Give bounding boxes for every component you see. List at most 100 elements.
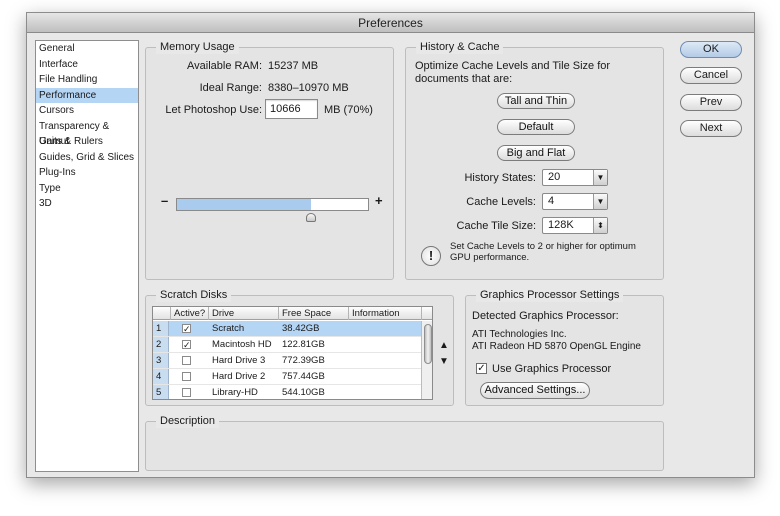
drive-name: Scratch — [212, 323, 245, 334]
header-active[interactable]: Active? — [171, 307, 209, 320]
gpu-note-text: Set Cache Levels to 2 or higher for opti… — [450, 241, 636, 263]
free-space: 544.10GB — [282, 387, 325, 398]
warning-icon: ! — [421, 246, 441, 266]
sidebar-item-performance[interactable]: Performance — [36, 87, 138, 103]
active-checkbox[interactable]: ✓ — [182, 340, 191, 350]
sidebar-item-units-rulers[interactable]: Units & Rulers — [36, 134, 138, 150]
default-preset-button[interactable]: Default — [497, 119, 575, 135]
move-up-arrow-icon[interactable]: ▲ — [439, 340, 449, 351]
sidebar-item-file-handling[interactable]: File Handling — [36, 72, 138, 88]
table-row[interactable]: 5 Library-HD 544.10GB — [153, 385, 432, 399]
table-row[interactable]: 4 Hard Drive 2 757.44GB — [153, 369, 432, 385]
sidebar-item-guides-grid-slices[interactable]: Guides, Grid & Slices — [36, 150, 138, 166]
prev-button[interactable]: Prev — [680, 94, 742, 111]
cancel-button[interactable]: Cancel — [680, 67, 742, 84]
gpu-vendor: ATI Technologies Inc. — [472, 329, 567, 340]
scratch-disks-header: Active? Drive Free Space Information — [153, 307, 432, 320]
sidebar-item-3d[interactable]: 3D — [36, 196, 138, 212]
free-space: 757.44GB — [282, 371, 325, 382]
cache-levels-select[interactable]: 4 ▼ — [542, 193, 608, 210]
table-scrollbar[interactable] — [421, 321, 432, 399]
scratch-disks-table: Active? Drive Free Space Information 1 ✓… — [152, 306, 433, 400]
header-information[interactable]: Information — [349, 307, 422, 320]
history-states-label: History States: — [464, 172, 536, 184]
cache-tile-size-label: Cache Tile Size: — [456, 220, 536, 232]
header-drive[interactable]: Drive — [209, 307, 279, 320]
scratch-disks-title: Scratch Disks — [156, 288, 232, 302]
history-cache-title: History & Cache — [416, 40, 504, 54]
history-cache-description: Optimize Cache Levels and Tile Size for … — [415, 60, 611, 85]
sidebar-item-type[interactable]: Type — [36, 181, 138, 197]
preferences-window: Preferences General Interface File Handl… — [26, 12, 755, 478]
active-checkbox[interactable]: ✓ — [182, 324, 191, 334]
table-row[interactable]: 1 ✓ Scratch 38.42GB — [153, 321, 432, 337]
memory-slider-thumb[interactable] — [306, 213, 317, 222]
drive-info — [349, 353, 352, 368]
tall-and-thin-button[interactable]: Tall and Thin — [497, 93, 575, 109]
header-index — [153, 307, 171, 320]
slider-minus-label: – — [161, 193, 169, 208]
slider-plus-label: + — [375, 193, 383, 208]
sidebar-item-cursors[interactable]: Cursors — [36, 103, 138, 119]
header-free-space[interactable]: Free Space — [279, 307, 349, 320]
free-space: 38.42GB — [282, 323, 320, 334]
drive-name: Hard Drive 2 — [212, 371, 266, 382]
sidebar-item-interface[interactable]: Interface — [36, 57, 138, 73]
memory-usage-group: Memory Usage Available RAM: 15237 MB Ide… — [145, 40, 394, 280]
available-ram-label: Available RAM: — [187, 60, 262, 72]
sidebar-item-transparency-gamut[interactable]: Transparency & Gamut — [36, 119, 138, 148]
cache-levels-down-icon: ▼ — [593, 194, 607, 209]
drive-info — [349, 337, 352, 352]
ideal-range-value: 8380–10970 MB — [268, 82, 349, 94]
history-states-value: 20 — [548, 171, 561, 183]
sidebar-item-plug-ins[interactable]: Plug-Ins — [36, 165, 138, 181]
row-index: 2 — [153, 337, 169, 352]
scrollbar-thumb[interactable] — [424, 324, 432, 364]
memory-percent-label: MB (70%) — [324, 104, 373, 116]
history-states-select[interactable]: 20 ▼ — [542, 169, 608, 186]
advanced-settings-button[interactable]: Advanced Settings... — [480, 382, 590, 399]
cache-levels-value: 4 — [548, 195, 555, 207]
ideal-range-label: Ideal Range: — [199, 82, 262, 94]
scratch-disks-group: Scratch Disks Active? Drive Free Space I… — [145, 288, 454, 406]
sidebar: General Interface File Handling Performa… — [35, 40, 139, 472]
drive-name: Macintosh HD — [212, 339, 272, 350]
detected-gpu-label: Detected Graphics Processor: — [472, 310, 619, 322]
available-ram-value: 15237 MB — [268, 60, 319, 72]
sidebar-item-general[interactable]: General — [36, 41, 138, 57]
memory-usage-title: Memory Usage — [156, 40, 239, 54]
cache-tile-size-value: 128K — [548, 219, 574, 231]
row-index: 4 — [153, 369, 169, 384]
drive-info — [349, 385, 352, 399]
drive-info — [349, 321, 352, 336]
memory-slider-fill — [177, 199, 311, 210]
active-checkbox[interactable] — [182, 356, 191, 365]
free-space: 772.39GB — [282, 355, 325, 366]
description-title: Description — [156, 414, 220, 428]
ok-button[interactable]: OK — [680, 41, 742, 58]
table-row[interactable]: 3 Hard Drive 3 772.39GB — [153, 353, 432, 369]
description-group: Description — [145, 414, 664, 471]
memory-amount-input[interactable]: 10666 — [265, 99, 318, 119]
row-index: 5 — [153, 385, 169, 399]
drive-name: Library-HD — [212, 387, 258, 398]
cache-levels-label: Cache Levels: — [466, 196, 536, 208]
use-gpu-checkbox[interactable]: ✓ — [476, 363, 487, 374]
drive-info — [349, 369, 352, 384]
cache-tile-size-select[interactable]: 128K ⬍ — [542, 217, 608, 234]
table-row[interactable]: 2 ✓ Macintosh HD 122.81GB — [153, 337, 432, 353]
cache-tile-size-updown-icon: ⬍ — [593, 218, 607, 233]
move-down-arrow-icon[interactable]: ▼ — [439, 356, 449, 367]
next-button[interactable]: Next — [680, 120, 742, 137]
row-index: 3 — [153, 353, 169, 368]
row-index: 1 — [153, 321, 169, 336]
memory-slider[interactable] — [176, 198, 369, 211]
gpu-settings-title: Graphics Processor Settings — [476, 288, 624, 302]
gpu-settings-group: Graphics Processor Settings Detected Gra… — [465, 288, 664, 406]
big-and-flat-button[interactable]: Big and Flat — [497, 145, 575, 161]
active-checkbox[interactable] — [182, 388, 191, 397]
active-checkbox[interactable] — [182, 372, 191, 381]
gpu-model: ATI Radeon HD 5870 OpenGL Engine — [472, 341, 641, 352]
history-states-down-icon: ▼ — [593, 170, 607, 185]
use-gpu-label: Use Graphics Processor — [492, 363, 612, 375]
